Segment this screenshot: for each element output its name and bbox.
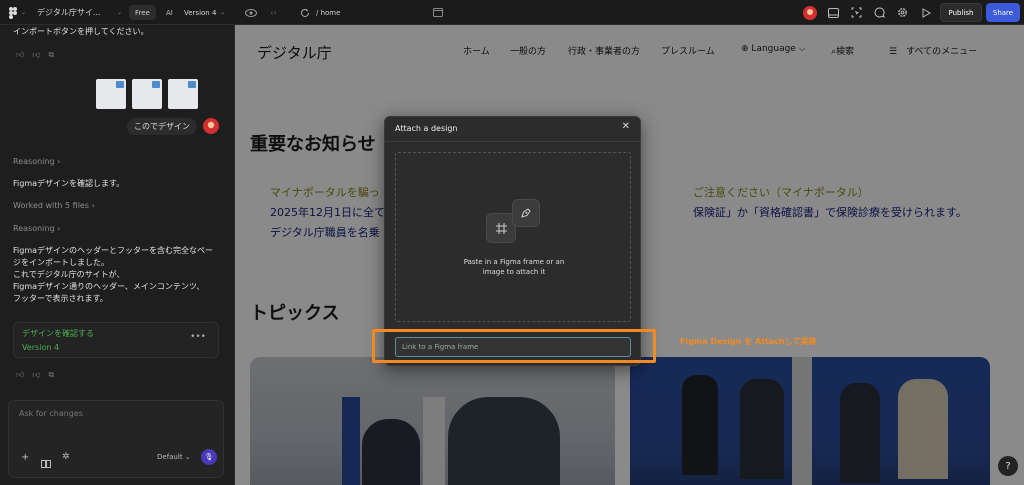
- voice-button[interactable]: 🎙︎: [201, 449, 217, 465]
- drop-zone[interactable]: Paste in a Figma frame or an image to at…: [395, 152, 631, 322]
- copy-icon[interactable]: ⧉: [49, 370, 55, 380]
- dialog-title: Attach a design: [395, 124, 458, 133]
- play-icon[interactable]: [918, 5, 933, 20]
- chevron-right-icon: ›: [57, 157, 61, 166]
- book-icon[interactable]: [41, 453, 51, 472]
- share-button[interactable]: Share: [986, 3, 1020, 22]
- refresh-icon[interactable]: [297, 5, 312, 20]
- comment-icon[interactable]: [872, 5, 887, 20]
- gear-icon[interactable]: [895, 5, 910, 20]
- top-bar: ⌄ デジタル庁サイ... ⌄ Free AI Version 4 ⌄ ‹› / h…: [0, 0, 1024, 25]
- assistant-text: インポートボタンを押してください。: [13, 27, 149, 36]
- drop-line: Paste in a Figma frame or an: [463, 258, 565, 266]
- feedback-row: 👍︎ 👎︎ ⧉: [16, 50, 54, 60]
- version-selector[interactable]: Version 4 ⌄: [184, 0, 225, 25]
- project-title[interactable]: デジタル庁サイ...: [37, 0, 100, 25]
- summary-line: Figmaデザインのヘッダーとフッターを含む完全なペー: [13, 246, 214, 255]
- reasoning-toggle[interactable]: Reasoning ›: [13, 156, 60, 168]
- attached-thumbnail[interactable]: [168, 79, 198, 109]
- url-path[interactable]: / home: [316, 0, 340, 25]
- summary-line: これでデジタル庁のサイトが、: [13, 270, 125, 279]
- assistant-text: Figmaデザインを確認します。: [13, 179, 125, 188]
- open-external-icon[interactable]: [430, 5, 445, 20]
- version-label: Version 4: [184, 8, 217, 17]
- worked-with-label: Worked with 5 files: [13, 201, 90, 210]
- pen-icon: [512, 199, 540, 227]
- chevron-down-icon[interactable]: ⌄: [117, 0, 122, 25]
- figma-logo-icon[interactable]: ⌄: [8, 0, 26, 25]
- figma-frame-icon: [116, 81, 124, 88]
- copy-icon[interactable]: ⧉: [49, 50, 55, 60]
- chevron-right-icon: ›: [57, 224, 61, 233]
- chevron-down-icon: ⌄: [184, 453, 191, 461]
- chevron-down-icon: ⌄: [21, 9, 27, 16]
- user-message-bubble: このでデザイン: [127, 118, 197, 135]
- figma-frame-icon: [188, 81, 196, 88]
- more-options-icon[interactable]: •••: [190, 332, 206, 342]
- app-window: ⌄ デジタル庁サイ... ⌄ Free AI Version 4 ⌄ ‹› / h…: [0, 0, 1024, 485]
- microphone-icon: 🎙︎: [204, 453, 214, 461]
- reasoning-label: Reasoning: [13, 157, 55, 166]
- attached-thumbnail[interactable]: [132, 79, 162, 109]
- chevron-down-icon: ⌄: [220, 9, 226, 16]
- feedback-row: 👍︎ 👎︎ ⧉: [16, 370, 54, 380]
- add-icon[interactable]: +: [21, 452, 29, 463]
- drop-instructions: Paste in a Figma frame or an image to at…: [396, 257, 632, 277]
- summary-line: フッターで表示されます。: [13, 294, 108, 303]
- plan-badge: Free: [129, 5, 156, 20]
- publish-button[interactable]: Publish: [940, 3, 982, 22]
- layout-icon[interactable]: [826, 5, 841, 20]
- drop-line: image to attach it: [482, 268, 546, 276]
- thumbs-down-icon[interactable]: 👎︎: [32, 370, 40, 380]
- ask-input[interactable]: Ask for changes: [19, 409, 83, 418]
- code-icon[interactable]: ‹›: [266, 5, 281, 20]
- chat-sidebar: インポートボタンを押してください。 👍︎ 👎︎ ⧉ このでデザイン Reason…: [0, 25, 235, 485]
- summary-line: Figmaデザイン通りのヘッダー、メインコンテンツ、: [13, 282, 205, 291]
- reasoning-toggle[interactable]: Reasoning ›: [13, 223, 60, 235]
- thumbs-down-icon[interactable]: 👎︎: [32, 50, 40, 60]
- select-frame-icon[interactable]: [849, 5, 864, 20]
- ai-badge[interactable]: AI: [160, 5, 179, 20]
- attached-thumbnail[interactable]: [96, 79, 126, 109]
- version-card-title: デザインを確認する: [22, 329, 94, 338]
- avatar: [203, 118, 219, 138]
- summary-line: ジをインポートしました。: [13, 258, 109, 267]
- avatar[interactable]: [802, 5, 817, 20]
- help-icon[interactable]: ?: [998, 456, 1018, 476]
- annotation-label: Figma Design を Attachして実装: [680, 337, 817, 346]
- divider: [385, 141, 640, 142]
- model-selector[interactable]: Default ⌄: [157, 453, 191, 461]
- highlight-box: [372, 329, 656, 363]
- version-card-version: Version 4: [22, 343, 60, 352]
- model-label: Default: [157, 453, 183, 461]
- thumbs-up-icon[interactable]: 👍︎: [16, 370, 24, 380]
- thumbs-up-icon[interactable]: 👍︎: [16, 50, 24, 60]
- sparkle-icon[interactable]: ✲: [62, 452, 70, 462]
- eye-icon[interactable]: [243, 5, 258, 20]
- chat-composer[interactable]: Ask for changes + ✲ Default ⌄ 🎙︎: [8, 400, 224, 478]
- worked-with-toggle[interactable]: Worked with 5 files ›: [13, 200, 95, 212]
- reasoning-label: Reasoning: [13, 224, 55, 233]
- assistant-summary: Figmaデザインのヘッダーとフッターを含む完全なペー ジをインポートしました。…: [13, 245, 213, 305]
- version-card[interactable]: デザインを確認する Version 4 •••: [13, 322, 219, 358]
- figma-frame-icon: [152, 81, 160, 88]
- chevron-right-icon: ›: [91, 201, 95, 210]
- close-icon[interactable]: ✕: [622, 121, 630, 132]
